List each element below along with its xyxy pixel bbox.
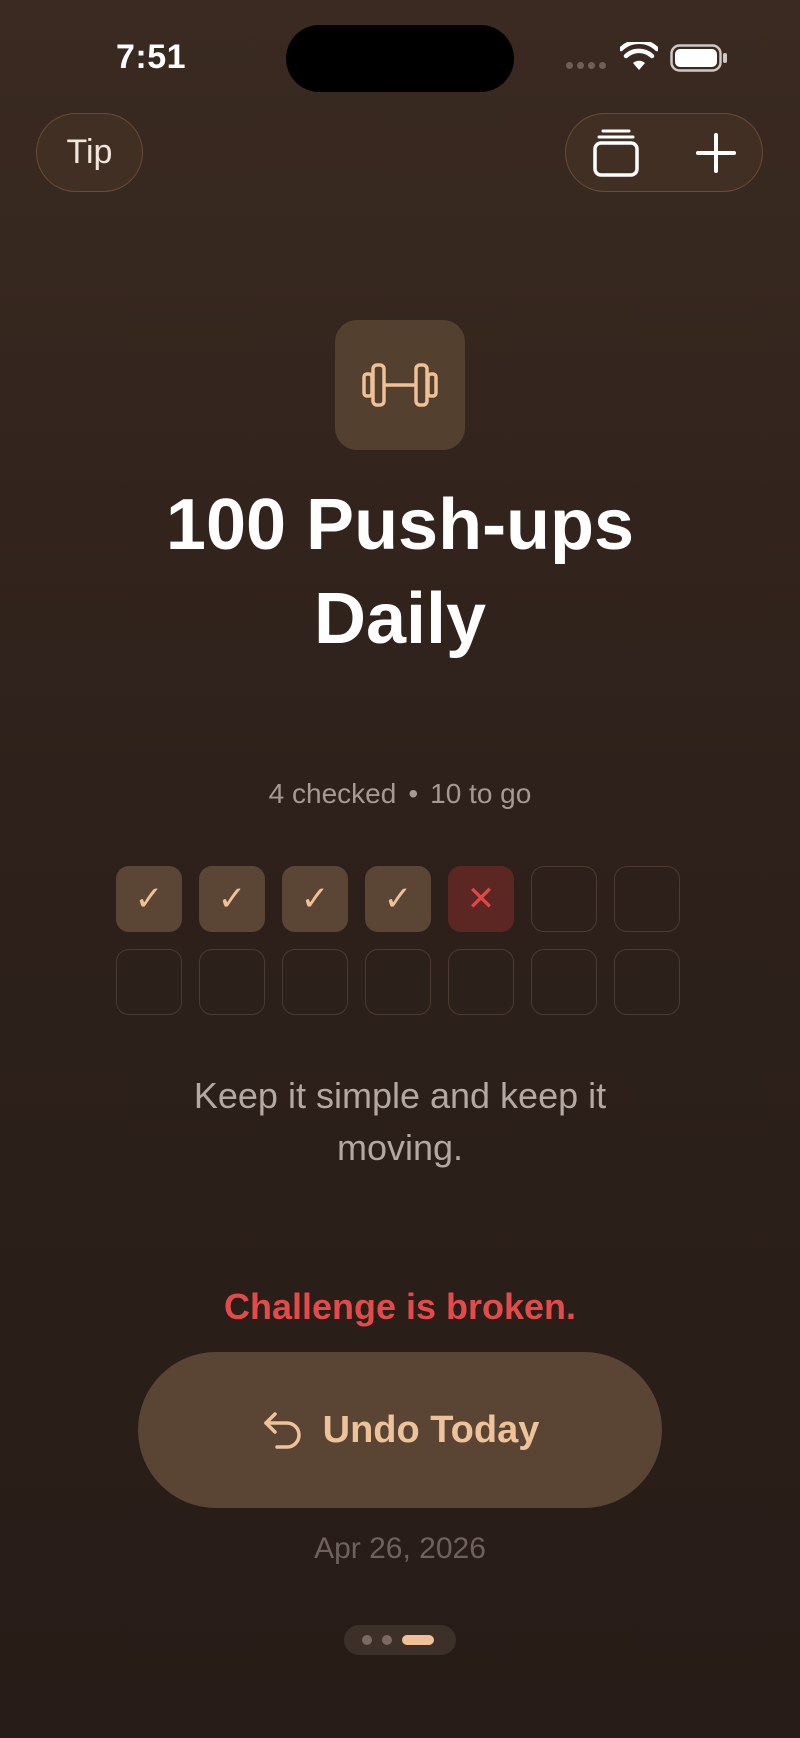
day-cell-empty <box>614 866 680 932</box>
plus-icon <box>696 133 736 173</box>
day-cell-empty <box>199 949 265 1015</box>
challenge-motto: Keep it simple and keep it moving. <box>193 1075 607 1168</box>
wifi-icon <box>620 42 658 70</box>
day-cell-checked: ✓ <box>116 866 182 932</box>
day-grid: ✓ ✓ ✓ ✓ ✕ <box>116 866 684 1016</box>
day-cell-empty <box>365 949 431 1015</box>
battery-icon <box>670 44 727 72</box>
status-bar: 7:51 <box>0 0 800 110</box>
day-cell-checked: ✓ <box>282 866 348 932</box>
progress-summary: 4 checked • 10 to go <box>150 778 650 810</box>
cards-stack-icon <box>593 129 639 177</box>
dynamic-island <box>286 25 514 92</box>
undo-today-label: Undo Today <box>322 1408 540 1451</box>
dumbbell-icon <box>362 363 438 407</box>
day-cell-checked: ✓ <box>199 866 265 932</box>
undo-today-button[interactable]: Undo Today <box>138 1352 662 1508</box>
day-cell-empty <box>614 949 680 1015</box>
day-cell-empty <box>448 949 514 1015</box>
undo-arrow-icon <box>263 1412 301 1449</box>
remaining-count: 10 to go <box>430 778 532 809</box>
day-cell-empty <box>531 866 597 932</box>
day-cell-checked: ✓ <box>365 866 431 932</box>
status-time: 7:51 <box>115 38 187 76</box>
day-cell-empty <box>116 949 182 1015</box>
add-challenge-button[interactable] <box>684 121 748 185</box>
challenge-title: 100 Push-ups Daily <box>165 485 635 659</box>
tip-button[interactable]: Tip <box>36 113 143 192</box>
page-dot <box>362 1635 372 1645</box>
current-date: Apr 26, 2026 <box>314 1532 486 1565</box>
cellular-signal-icon <box>566 62 608 72</box>
challenges-list-button[interactable] <box>584 121 648 185</box>
summary-separator: • <box>408 778 419 809</box>
page-indicator[interactable] <box>344 1625 456 1655</box>
challenge-status: Challenge is broken. <box>223 1286 577 1327</box>
page-dot-active <box>402 1635 434 1645</box>
checked-count: 4 checked <box>268 778 397 809</box>
day-cell-missed: ✕ <box>448 866 514 932</box>
day-cell-empty <box>531 949 597 1015</box>
page-dot <box>382 1635 392 1645</box>
top-actions-group <box>565 113 763 192</box>
challenge-icon-tile <box>335 320 465 450</box>
day-cell-empty <box>282 949 348 1015</box>
